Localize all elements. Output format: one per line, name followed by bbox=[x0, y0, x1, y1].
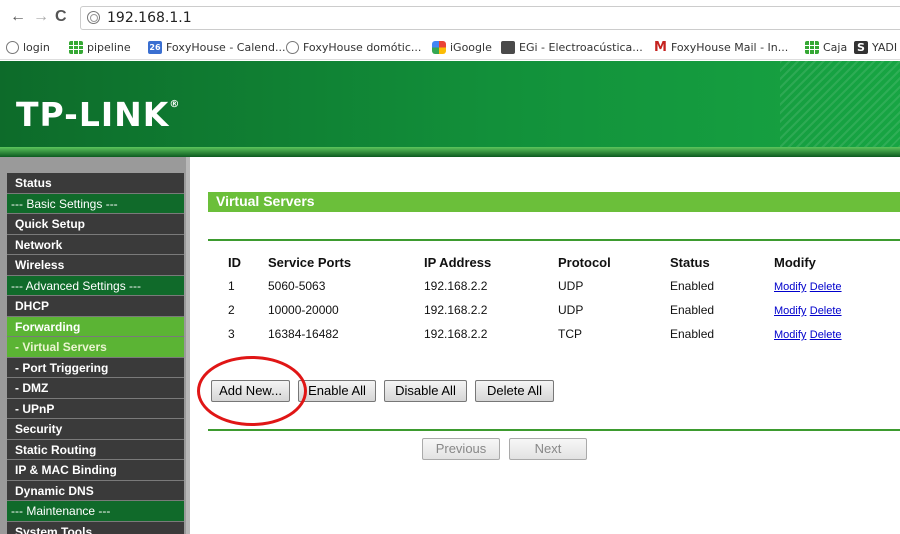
menu-item-forwarding[interactable]: Forwarding bbox=[7, 316, 184, 337]
banner-decoration bbox=[780, 61, 900, 147]
cell-status: Enabled bbox=[670, 279, 715, 293]
bookmark-igoogle[interactable]: iGoogle bbox=[432, 41, 492, 54]
delete-link[interactable]: Delete bbox=[810, 305, 842, 317]
cell-modify: Modify Delete bbox=[774, 274, 894, 298]
delete-all-button[interactable]: Delete All bbox=[475, 380, 554, 402]
table-row: 3 16384-16482 192.168.2.2 TCP Enabled Mo… bbox=[216, 322, 894, 346]
column-header-status: Status bbox=[670, 254, 710, 270]
table-row: 2 10000-20000 192.168.2.2 UDP Enabled Mo… bbox=[216, 298, 894, 322]
delete-link[interactable]: Delete bbox=[810, 329, 842, 341]
header-banner: TP-LINK® bbox=[0, 61, 900, 157]
cell-id: 1 bbox=[228, 279, 235, 293]
column-header-protocol: Protocol bbox=[558, 254, 611, 270]
next-button[interactable]: Next bbox=[509, 438, 587, 460]
modify-link[interactable]: Modify bbox=[774, 329, 806, 341]
disable-all-button[interactable]: Disable All bbox=[384, 380, 467, 402]
enable-all-button[interactable]: Enable All bbox=[298, 380, 376, 402]
reload-icon[interactable]: C bbox=[55, 9, 67, 25]
cell-status: Enabled bbox=[670, 303, 715, 317]
menu-item-security[interactable]: Security bbox=[7, 419, 184, 440]
cell-ip-address: 192.168.2.2 bbox=[424, 327, 488, 341]
menu-item-quick-setup[interactable]: Quick Setup bbox=[7, 214, 184, 235]
cell-id: 3 bbox=[228, 327, 235, 341]
divider bbox=[208, 429, 900, 431]
menu-section-basic-settings: --- Basic Settings --- bbox=[7, 193, 184, 214]
modify-link[interactable]: Modify bbox=[774, 281, 806, 293]
s-icon: S bbox=[854, 41, 868, 54]
annotation-circle bbox=[197, 356, 307, 426]
modify-link[interactable]: Modify bbox=[774, 305, 806, 317]
column-header-id: ID bbox=[228, 254, 241, 270]
cell-protocol: TCP bbox=[558, 327, 582, 341]
main-content: Virtual Servers ID Service Ports IP Addr… bbox=[194, 157, 900, 534]
menu-item-dmz[interactable]: - DMZ bbox=[7, 378, 184, 399]
forward-arrow-icon[interactable]: → bbox=[33, 9, 49, 25]
cell-protocol: UDP bbox=[558, 303, 584, 317]
menu-item-port-triggering[interactable]: - Port Triggering bbox=[7, 357, 184, 378]
cell-modify: Modify Delete bbox=[774, 322, 894, 346]
calendar-icon: 26 bbox=[148, 41, 162, 54]
banner-stripe bbox=[0, 147, 900, 157]
egi-icon bbox=[501, 41, 515, 54]
cell-service-ports: 10000-20000 bbox=[268, 303, 339, 317]
bookmark-foxyhouse-domotic[interactable]: FoxyHouse domótic... bbox=[286, 41, 421, 54]
globe-icon bbox=[87, 11, 100, 24]
menu-item-virtual-servers[interactable]: - Virtual Servers bbox=[7, 337, 184, 358]
column-header-ip-address: IP Address bbox=[424, 254, 492, 270]
menu-section-maintenance: --- Maintenance --- bbox=[7, 501, 184, 522]
bookmark-yadi[interactable]: S YADI bbox=[854, 41, 897, 54]
bookmarks-bar: login pipeline 26 FoxyHouse - Calend... F… bbox=[0, 36, 900, 60]
gmail-icon: M bbox=[654, 40, 667, 55]
igoogle-icon bbox=[432, 41, 446, 54]
cell-modify: Modify Delete bbox=[774, 298, 894, 322]
globe-icon bbox=[6, 41, 19, 54]
previous-button[interactable]: Previous bbox=[422, 438, 500, 460]
column-header-service-ports: Service Ports bbox=[268, 254, 352, 270]
bookmark-caja[interactable]: Caja bbox=[805, 41, 847, 54]
spreadsheet-icon bbox=[69, 41, 83, 54]
cell-service-ports: 5060-5063 bbox=[268, 279, 326, 293]
url-text[interactable]: 192.168.1.1 bbox=[107, 10, 192, 26]
browser-toolbar: ← → C 192.168.1.1 bbox=[0, 0, 900, 36]
back-arrow-icon[interactable]: ← bbox=[10, 9, 26, 25]
menu-section-advanced-settings: --- Advanced Settings --- bbox=[7, 275, 184, 296]
cell-service-ports: 16384-16482 bbox=[268, 327, 339, 341]
cell-ip-address: 192.168.2.2 bbox=[424, 303, 488, 317]
page-title-bar: Virtual Servers bbox=[208, 192, 900, 212]
bookmark-foxyhouse-mail[interactable]: M FoxyHouse Mail - In... bbox=[654, 41, 788, 54]
menu-item-static-routing[interactable]: Static Routing bbox=[7, 439, 184, 460]
table-header-row: ID Service Ports IP Address Protocol Sta… bbox=[216, 250, 894, 274]
tp-link-logo: TP-LINK® bbox=[16, 95, 180, 134]
delete-link[interactable]: Delete bbox=[810, 281, 842, 293]
sidebar-menu: Status --- Basic Settings --- Quick Setu… bbox=[7, 173, 184, 534]
table-row: 1 5060-5063 192.168.2.2 UDP Enabled Modi… bbox=[216, 274, 894, 298]
column-header-modify: Modify bbox=[774, 254, 816, 270]
cell-id: 2 bbox=[228, 303, 235, 317]
menu-item-dhcp[interactable]: DHCP bbox=[7, 296, 184, 317]
menu-item-dynamic-dns[interactable]: Dynamic DNS bbox=[7, 480, 184, 501]
spreadsheet-icon bbox=[805, 41, 819, 54]
bookmark-egi[interactable]: EGi - Electroacústica... bbox=[501, 41, 643, 54]
menu-item-ip-mac-binding[interactable]: IP & MAC Binding bbox=[7, 460, 184, 481]
divider bbox=[208, 239, 900, 241]
menu-item-status[interactable]: Status bbox=[7, 173, 184, 194]
bookmark-login[interactable]: login bbox=[6, 41, 50, 54]
menu-item-upnp[interactable]: - UPnP bbox=[7, 398, 184, 419]
cell-protocol: UDP bbox=[558, 279, 584, 293]
page-title: Virtual Servers bbox=[216, 193, 315, 209]
virtual-servers-table: ID Service Ports IP Address Protocol Sta… bbox=[216, 250, 894, 346]
cell-ip-address: 192.168.2.2 bbox=[424, 279, 488, 293]
menu-item-wireless[interactable]: Wireless bbox=[7, 255, 184, 276]
address-bar[interactable]: 192.168.1.1 bbox=[80, 6, 900, 30]
cell-status: Enabled bbox=[670, 327, 715, 341]
globe-icon bbox=[286, 41, 299, 54]
menu-item-system-tools[interactable]: System Tools bbox=[7, 521, 184, 534]
bookmark-pipeline[interactable]: pipeline bbox=[69, 41, 131, 54]
bookmark-foxyhouse-calendar[interactable]: 26 FoxyHouse - Calend... bbox=[148, 41, 285, 54]
menu-item-network[interactable]: Network bbox=[7, 234, 184, 255]
